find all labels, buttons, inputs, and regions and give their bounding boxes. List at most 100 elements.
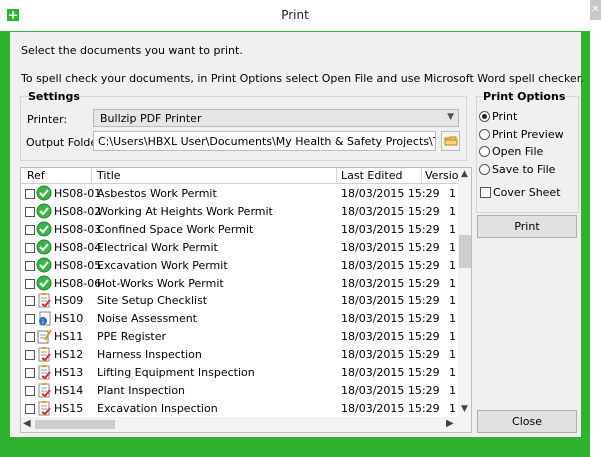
row-last-edited: 18/03/2015 15:29	[341, 258, 440, 272]
row-checkbox[interactable]	[25, 242, 35, 253]
row-title: Harness Inspection	[97, 348, 202, 362]
table-row[interactable]: HS15 Excavation Inspection 18/03/2015 15:2…	[21, 399, 460, 417]
output-folder-field[interactable]: C:\Users\HBXL User\Documents\My Health &…	[93, 131, 436, 151]
row-title: Asbestos Work Permit	[97, 187, 217, 200]
table-row[interactable]: HS08-06 Hot-Works Work Permit 18/03/2015 1…	[21, 274, 460, 292]
checklist-icon	[38, 400, 51, 416]
row-version: 1	[449, 401, 456, 415]
green-check-icon	[36, 203, 52, 219]
table-row[interactable]: HS13 Lifting Equipment Inspection 18/03/20…	[21, 363, 460, 381]
row-last-edited: 18/03/2015 15:29	[341, 348, 440, 362]
folder-icon	[444, 136, 458, 146]
table-row[interactable]: HS08-03 Confined Space Work Permit 18/03/2…	[21, 220, 460, 238]
radio-circle[interactable]	[479, 163, 490, 175]
register-pencil-icon	[37, 329, 52, 344]
window-close-button[interactable]: ✕	[590, 0, 601, 20]
row-checkbox[interactable]	[25, 368, 35, 378]
row-checkbox[interactable]	[25, 350, 35, 361]
row-checkbox[interactable]	[25, 278, 35, 289]
cover-sheet-checkbox[interactable]: Cover Sheet	[480, 186, 580, 200]
table-row[interactable]: HS08-01 Asbestos Work Permit 18/03/2015 15…	[21, 184, 460, 202]
row-title: Plant Inspection	[97, 383, 186, 397]
row-ref: HS11	[54, 330, 84, 344]
browse-folder-button[interactable]	[441, 131, 460, 151]
checklist-icon	[38, 347, 51, 362]
title-bar: + Print	[0, 0, 590, 31]
radio-circle[interactable]	[479, 111, 490, 122]
radio-label: Print	[492, 110, 518, 123]
radio-label: Open File	[492, 145, 544, 158]
row-version: 1	[449, 204, 456, 218]
printer-label: Printer:	[27, 113, 68, 126]
scroll-down-icon[interactable]: ▼	[461, 404, 468, 414]
vertical-scrollbar[interactable]: ▲ ▼	[458, 168, 471, 432]
radio-label: Print Preview	[492, 127, 564, 141]
row-version: 1	[449, 222, 456, 236]
row-ref: HS12	[54, 348, 84, 362]
table-row[interactable]: HS08-05 Excavation Work Permit 18/03/2015 …	[21, 256, 460, 274]
green-check-icon	[36, 185, 52, 201]
row-title: Excavation Work Permit	[97, 258, 228, 272]
documents-grid[interactable]: Ref Title Last Edited Version HS08-01 Asb…	[20, 167, 472, 433]
settings-group	[20, 96, 467, 161]
row-title: PPE Register	[97, 330, 167, 344]
row-checkbox[interactable]	[25, 296, 35, 307]
print-option-radio[interactable]: Save to File	[479, 163, 579, 177]
row-checkbox[interactable]	[25, 332, 35, 343]
row-last-edited: 18/03/2015 15:29	[341, 366, 440, 379]
row-checkbox[interactable]	[25, 314, 35, 325]
radio-label: Save to File	[492, 162, 556, 176]
settings-title: Settings	[28, 90, 80, 103]
row-version: 1	[449, 276, 456, 290]
col-divider	[421, 168, 422, 183]
row-last-edited: 18/03/2015 15:29	[341, 204, 440, 218]
row-version: 1	[449, 366, 456, 379]
col-ref-header[interactable]: Ref	[27, 169, 45, 182]
table-row[interactable]: HS11 PPE Register 18/03/2015 15:29 1	[21, 327, 460, 345]
scroll-up-icon[interactable]: ▲	[461, 169, 468, 179]
row-last-edited: 18/03/2015 15:29	[341, 383, 440, 397]
row-title: Site Setup Checklist	[97, 294, 208, 308]
row-checkbox[interactable]	[25, 224, 35, 235]
table-row[interactable]: HS08-04 Electrical Work Permit 18/03/2015 …	[21, 238, 460, 256]
green-check-icon	[36, 239, 52, 255]
print-option-radio[interactable]: Print Preview	[479, 128, 579, 142]
scroll-left-icon[interactable]: ◀	[23, 418, 31, 429]
chevron-down-icon: ▼	[447, 112, 454, 122]
row-ref: HS08-02	[54, 204, 102, 218]
row-last-edited: 18/03/2015 15:29	[341, 276, 440, 290]
close-button[interactable]: Close	[477, 410, 577, 433]
scroll-right-icon[interactable]: ▶	[446, 418, 454, 429]
table-row[interactable]: HS12 Harness Inspection 18/03/2015 15:29 1	[21, 345, 460, 363]
row-version: 1	[449, 294, 456, 308]
hscroll-thumb[interactable]	[35, 420, 115, 429]
row-checkbox[interactable]	[25, 206, 35, 217]
horizontal-scrollbar[interactable]: ◀ ▶	[21, 417, 458, 432]
print-option-radio[interactable]: Open File	[479, 145, 579, 159]
scroll-thumb[interactable]	[459, 235, 471, 268]
table-row[interactable]: HS09 Site Setup Checklist 18/03/2015 15:29…	[21, 291, 460, 309]
row-checkbox[interactable]	[25, 260, 35, 271]
row-ref: HS08-04	[54, 240, 102, 254]
table-row[interactable]: HS14 Plant Inspection 18/03/2015 15:29 1	[21, 381, 460, 399]
instruction-select: Select the documents you want to print.	[21, 44, 243, 57]
green-check-icon	[36, 221, 52, 237]
row-checkbox[interactable]	[25, 403, 35, 414]
col-title-header[interactable]: Title	[97, 169, 121, 182]
table-row[interactable]: HS08-02 Working At Heights Work Permit 18/…	[21, 202, 460, 220]
table-row[interactable]: i HS10 Noise Assessment 18/03/2015 15:29 1	[21, 309, 460, 327]
print-button[interactable]: Print	[477, 215, 577, 238]
row-checkbox[interactable]	[25, 385, 35, 396]
row-ref: HS08-03	[54, 222, 102, 236]
row-checkbox[interactable]	[25, 189, 35, 199]
checkbox-box[interactable]	[480, 187, 491, 198]
radio-circle[interactable]	[479, 146, 490, 157]
row-title: Lifting Equipment Inspection	[97, 366, 255, 379]
col-edited-header[interactable]: Last Edited	[341, 169, 402, 182]
printer-dropdown[interactable]: Bullzip PDF Printer ▼	[93, 109, 459, 127]
radio-circle[interactable]	[479, 128, 490, 140]
printer-value: Bullzip PDF Printer	[100, 112, 202, 125]
print-option-radio[interactable]: Print	[479, 110, 579, 124]
row-ref: HS15	[54, 401, 84, 415]
row-ref: HS13	[54, 366, 84, 379]
